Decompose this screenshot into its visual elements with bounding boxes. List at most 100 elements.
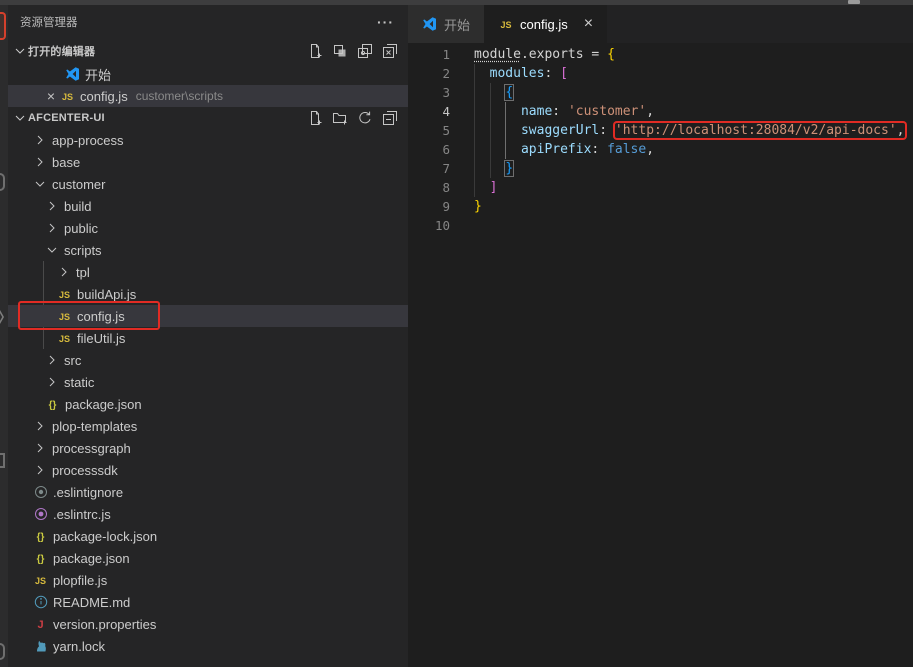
line-number: 8 <box>408 178 450 197</box>
json-icon: {} <box>32 550 49 566</box>
tree-item-label: base <box>52 155 80 170</box>
tree-item-public[interactable]: public <box>8 217 408 239</box>
code-line-text: modules: [ <box>450 64 568 83</box>
tab-config-js[interactable]: JS config.js × <box>484 5 607 43</box>
tree-item-base[interactable]: base <box>8 151 408 173</box>
tree-item-static[interactable]: static <box>8 371 408 393</box>
tree-item-tpl[interactable]: tpl <box>8 261 408 283</box>
tree-item-label: processsdk <box>52 463 118 478</box>
workspace-folder-label: AFCENTER-UI <box>28 112 307 124</box>
code-line-6[interactable]: 6 apiPrefix: false, <box>408 140 913 159</box>
open-editor--[interactable]: 开始 <box>8 63 408 85</box>
collapse-folders-icon[interactable] <box>382 110 398 126</box>
code-line-1[interactable]: 1module.exports = { <box>408 45 913 64</box>
toggle-editor-layout-icon[interactable] <box>332 43 348 59</box>
tree-item-label: public <box>64 221 98 236</box>
tree-item-version.properties[interactable]: Jversion.properties <box>8 613 408 635</box>
vscode-icon <box>64 66 81 82</box>
json-icon: {} <box>44 396 61 412</box>
js-icon: JS <box>32 572 49 588</box>
code-line-text: { <box>450 83 513 102</box>
new-file-icon[interactable] <box>307 110 323 126</box>
chevron-right-icon <box>56 264 72 280</box>
tree-item-.eslintignore[interactable]: .eslintignore <box>8 481 408 503</box>
chevron-right-icon <box>44 198 60 214</box>
tree-item-processgraph[interactable]: processgraph <box>8 437 408 459</box>
tree-item-plop-templates[interactable]: plop-templates <box>8 415 408 437</box>
code-line-text: module.exports = { <box>450 45 615 64</box>
code-line-4[interactable]: 4 name: 'customer', <box>408 102 913 121</box>
tree-item-label: .eslintrc.js <box>53 507 111 522</box>
tree-item-src[interactable]: src <box>8 349 408 371</box>
open-editor-config.js[interactable]: ×JSconfig.jscustomer\scripts <box>8 85 408 107</box>
tab-start[interactable]: 开始 <box>408 5 484 43</box>
line-number: 7 <box>408 159 450 178</box>
tree-item-.eslintrc.js[interactable]: .eslintrc.js <box>8 503 408 525</box>
tree-item-label: fileUtil.js <box>77 331 125 346</box>
code-line-3[interactable]: 3 { <box>408 83 913 102</box>
close-all-editors-icon[interactable] <box>382 43 398 59</box>
close-editor-icon[interactable]: × <box>43 88 59 104</box>
open-editor-label: 开始 <box>85 65 111 84</box>
tree-item-plopfile.js[interactable]: JSplopfile.js <box>8 569 408 591</box>
sidebar-title-row: 资源管理器 ··· <box>8 5 408 39</box>
eslint-gray-icon <box>32 484 49 500</box>
line-number: 2 <box>408 64 450 83</box>
tree-item-label: app-process <box>52 133 124 148</box>
chevron-down-icon <box>12 110 28 126</box>
tree-item-package.json[interactable]: {} package.json <box>8 393 408 415</box>
tree-item-fileUtil.js[interactable]: JS fileUtil.js <box>8 327 408 349</box>
js-icon: JS <box>56 308 73 324</box>
tree-item-label: README.md <box>53 595 130 610</box>
tree-item-buildApi.js[interactable]: JSbuildApi.js <box>8 283 408 305</box>
code-line-text: } <box>450 159 513 178</box>
close-tab-icon[interactable]: × <box>584 16 593 32</box>
chevron-right-icon <box>44 374 60 390</box>
open-editor-label: config.js <box>80 89 128 104</box>
tree-item-config.js[interactable]: JSconfig.js <box>8 305 408 327</box>
tree-item-yarn.lock[interactable]: yarn.lock <box>8 635 408 657</box>
code-line-9[interactable]: 9} <box>408 197 913 216</box>
code-editor[interactable]: 1module.exports = {2 modules: [3 {4 name… <box>408 43 913 667</box>
tree-item-label: processgraph <box>52 441 131 456</box>
code-line-2[interactable]: 2 modules: [ <box>408 64 913 83</box>
js-icon: JS <box>56 330 73 346</box>
json-icon: {} <box>32 528 49 544</box>
tree-item-README.md[interactable]: README.md <box>8 591 408 613</box>
workspace-folder-header[interactable]: AFCENTER-UI <box>8 107 408 129</box>
open-editors-list: 开始×JSconfig.jscustomer\scripts <box>8 63 408 107</box>
tree-item-build[interactable]: build <box>8 195 408 217</box>
open-editors-header[interactable]: 打开的编辑器 <box>8 39 408 63</box>
tree-item-customer[interactable]: customer <box>8 173 408 195</box>
code-line-5[interactable]: 5 swaggerUrl: 'http://localhost:28084/v2… <box>408 121 913 140</box>
accounts-icon[interactable] <box>0 643 5 660</box>
tree-item-package-lock.json[interactable]: {}package-lock.json <box>8 525 408 547</box>
chevron-right-icon <box>32 132 48 148</box>
code-line-10[interactable]: 10 <box>408 216 913 235</box>
js-file-icon: JS <box>498 16 514 32</box>
code-line-8[interactable]: 8 ] <box>408 178 913 197</box>
tree-item-processsdk[interactable]: processsdk <box>8 459 408 481</box>
chevron-down-icon <box>12 43 28 59</box>
new-folder-icon[interactable] <box>332 110 348 126</box>
more-actions-icon[interactable]: ··· <box>377 14 394 30</box>
titlebar-icon-fragment <box>848 0 860 4</box>
js-icon: JS <box>56 286 73 302</box>
refresh-explorer-icon[interactable] <box>357 110 373 126</box>
explorer-sidebar: 资源管理器 ··· 打开的编辑器 开始×JSconfig.jscustomer\… <box>8 5 408 667</box>
new-untitled-file-icon[interactable] <box>307 43 323 59</box>
editor-tabbar: 开始 JS config.js × <box>408 5 913 43</box>
extensions-icon[interactable] <box>0 453 5 468</box>
search-icon[interactable] <box>0 173 5 191</box>
code-line-7[interactable]: 7 } <box>408 159 913 178</box>
chevron-right-icon <box>32 154 48 170</box>
run-icon[interactable] <box>0 310 4 324</box>
tab-label: config.js <box>520 17 568 32</box>
line-number: 5 <box>408 121 450 140</box>
tree-item-scripts[interactable]: scripts <box>8 239 408 261</box>
tree-item-label: customer <box>52 177 105 192</box>
save-all-icon[interactable] <box>357 43 373 59</box>
tree-item-label: package.json <box>65 397 142 412</box>
tree-item-package.json[interactable]: {}package.json <box>8 547 408 569</box>
tree-item-app-process[interactable]: app-process <box>8 129 408 151</box>
